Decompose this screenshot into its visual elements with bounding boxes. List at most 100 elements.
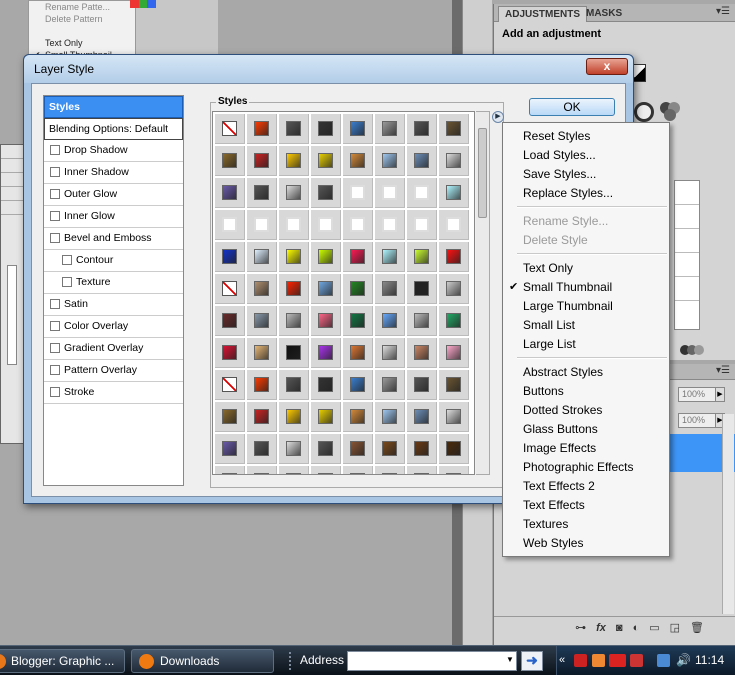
style-swatch[interactable] — [279, 242, 309, 272]
style-swatch[interactable] — [215, 466, 245, 474]
style-swatch[interactable] — [311, 242, 341, 272]
style-swatch[interactable] — [407, 306, 437, 336]
style-swatch[interactable] — [407, 178, 437, 208]
style-swatch[interactable] — [279, 210, 309, 240]
tray-app-icon[interactable] — [609, 654, 626, 667]
menu-item-large-thumbnail[interactable]: Large Thumbnail — [504, 297, 670, 316]
style-swatch[interactable] — [407, 466, 437, 474]
style-swatch[interactable] — [343, 306, 373, 336]
style-swatch[interactable] — [247, 274, 277, 304]
style-option-checkbox[interactable] — [50, 321, 60, 331]
style-swatch[interactable] — [343, 210, 373, 240]
scrollbar-thumb[interactable] — [478, 128, 487, 218]
style-swatch[interactable] — [279, 178, 309, 208]
adjustment-layer-icon[interactable]: ◐ — [633, 622, 640, 634]
style-swatch[interactable] — [279, 338, 309, 368]
menu-item-dotted-strokes[interactable]: Dotted Strokes — [504, 401, 670, 420]
style-swatch[interactable] — [311, 114, 341, 144]
style-option-color-overlay[interactable]: Color Overlay — [44, 316, 183, 338]
style-option-checkbox[interactable] — [50, 233, 60, 243]
camera-icon[interactable] — [634, 102, 654, 122]
style-swatch[interactable] — [311, 210, 341, 240]
tray-update-icon[interactable] — [592, 654, 605, 667]
taskbar-button-blogger[interactable]: Blogger: Graphic ... — [0, 649, 125, 673]
style-option-checkbox[interactable] — [50, 211, 60, 221]
style-swatch[interactable] — [343, 274, 373, 304]
style-swatch[interactable] — [439, 178, 469, 208]
adjustment-presets-list[interactable] — [674, 180, 700, 330]
style-swatch[interactable] — [311, 434, 341, 464]
style-swatch[interactable] — [215, 114, 245, 144]
style-swatch[interactable] — [439, 402, 469, 432]
style-swatch[interactable] — [247, 114, 277, 144]
style-option-checkbox[interactable] — [62, 277, 72, 287]
style-swatch[interactable] — [343, 242, 373, 272]
style-swatch[interactable] — [375, 114, 405, 144]
style-swatch[interactable] — [247, 466, 277, 474]
toolbar-grip[interactable] — [289, 652, 292, 670]
style-swatch[interactable] — [407, 242, 437, 272]
style-swatch[interactable] — [375, 146, 405, 176]
style-swatch[interactable] — [279, 306, 309, 336]
style-swatch[interactable] — [375, 402, 405, 432]
style-swatch[interactable] — [375, 338, 405, 368]
menu-item-small-list[interactable]: Small List — [504, 316, 670, 335]
address-dropdown-icon[interactable]: ▼ — [506, 655, 514, 664]
style-swatch[interactable] — [279, 274, 309, 304]
menu-item-small-thumbnail[interactable]: ✔ Small Thumbnail — [504, 278, 670, 297]
style-option-contour[interactable]: Contour — [44, 250, 183, 272]
style-swatch[interactable] — [247, 338, 277, 368]
menu-item-photographic-effects[interactable]: Photographic Effects — [504, 458, 670, 477]
style-option-styles[interactable]: Styles — [44, 96, 183, 118]
tray-security-icon[interactable] — [574, 654, 587, 667]
style-swatch[interactable] — [407, 146, 437, 176]
style-swatch[interactable] — [439, 210, 469, 240]
style-option-checkbox[interactable] — [50, 189, 60, 199]
style-swatch[interactable] — [247, 242, 277, 272]
style-swatch[interactable] — [375, 466, 405, 474]
opacity-arrow-icon[interactable]: ▶ — [715, 387, 725, 402]
close-button[interactable]: x — [586, 58, 628, 75]
tab-masks[interactable]: MASKS — [580, 6, 628, 22]
style-swatch[interactable] — [407, 274, 437, 304]
style-swatch[interactable] — [375, 210, 405, 240]
style-swatch[interactable] — [311, 274, 341, 304]
layers-menu-icon[interactable]: ▾☰ — [716, 365, 730, 376]
style-option-stroke[interactable]: Stroke — [44, 382, 183, 404]
tray-alert-icon[interactable] — [630, 654, 643, 667]
style-option-inner-shadow[interactable]: Inner Shadow — [44, 162, 183, 184]
style-swatch[interactable] — [407, 210, 437, 240]
style-swatch[interactable] — [375, 434, 405, 464]
style-option-outer-glow[interactable]: Outer Glow — [44, 184, 183, 206]
style-swatch[interactable] — [247, 434, 277, 464]
style-swatch[interactable] — [439, 338, 469, 368]
style-swatch[interactable] — [215, 306, 245, 336]
style-swatch[interactable] — [279, 146, 309, 176]
opacity-field[interactable]: 100% — [678, 387, 716, 402]
trash-icon[interactable]: 🗑 — [690, 621, 704, 634]
style-swatch[interactable] — [407, 434, 437, 464]
channel-mixer-icon[interactable] — [660, 102, 682, 122]
style-swatch[interactable] — [215, 242, 245, 272]
style-swatch[interactable] — [247, 210, 277, 240]
style-swatch[interactable] — [375, 306, 405, 336]
menu-item-text-effects[interactable]: Text Effects — [504, 496, 670, 515]
style-option-checkbox[interactable] — [50, 299, 60, 309]
style-swatch[interactable] — [439, 114, 469, 144]
menu-item-text-effects-2[interactable]: Text Effects 2 — [504, 477, 670, 496]
address-input[interactable] — [347, 651, 517, 671]
menu-item-large-list[interactable]: Large List — [504, 335, 670, 354]
style-swatch[interactable] — [247, 178, 277, 208]
style-swatch[interactable] — [311, 306, 341, 336]
style-swatch[interactable] — [215, 434, 245, 464]
style-option-checkbox[interactable] — [50, 145, 60, 155]
link-icon[interactable]: ⊶ — [575, 621, 586, 634]
new-layer-icon[interactable]: ◲ — [670, 621, 680, 634]
menu-item-replace-styles[interactable]: Replace Styles... — [504, 184, 670, 203]
ok-button[interactable]: OK — [529, 98, 615, 116]
style-swatch[interactable] — [215, 210, 245, 240]
style-option-inner-glow[interactable]: Inner Glow — [44, 206, 183, 228]
style-swatch[interactable] — [215, 178, 245, 208]
style-swatch[interactable] — [279, 402, 309, 432]
style-swatch[interactable] — [247, 370, 277, 400]
